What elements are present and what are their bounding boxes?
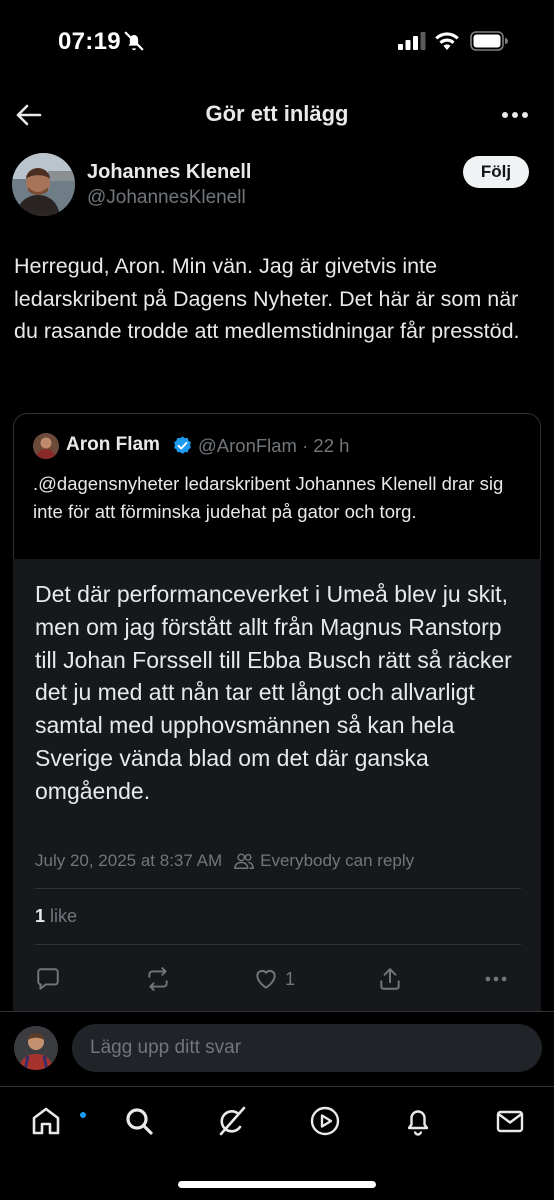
tab-messages[interactable] bbox=[490, 1101, 530, 1141]
quote-author-avatar bbox=[33, 433, 59, 459]
bell-icon bbox=[407, 1110, 429, 1136]
home-indicator bbox=[178, 1181, 376, 1188]
more-actions-button[interactable] bbox=[483, 964, 509, 994]
quote-handle-time: @AronFlam · 22 h bbox=[198, 435, 350, 456]
likes-number: 1 bbox=[35, 906, 46, 926]
bottom-tab-bar bbox=[0, 1086, 554, 1200]
post-timestamp[interactable]: July 20, 2025 at 8:37 AM bbox=[35, 851, 222, 871]
more-options-button[interactable] bbox=[496, 98, 534, 132]
post-meta: July 20, 2025 at 8:37 AM Everybody can r… bbox=[35, 851, 414, 871]
follow-button[interactable]: Följ bbox=[463, 156, 529, 188]
repost-button[interactable] bbox=[145, 964, 171, 994]
share-icon bbox=[380, 968, 400, 990]
embedded-post: Det där performanceverket i Umeå blev ju… bbox=[13, 559, 541, 1019]
home-icon bbox=[32, 1107, 60, 1135]
reply-button[interactable] bbox=[35, 964, 61, 994]
bell-off-icon bbox=[124, 31, 144, 51]
quote-author-name: Aron Flam bbox=[66, 434, 160, 455]
likes-count[interactable]: 1 like bbox=[35, 906, 77, 927]
search-icon bbox=[126, 1108, 153, 1135]
author-name[interactable]: Johannes Klenell bbox=[87, 161, 252, 184]
embedded-post-text: Det där performanceverket i Umeå blev ju… bbox=[35, 581, 512, 804]
top-nav: Gör ett inlägg bbox=[0, 84, 554, 146]
wifi-icon bbox=[435, 32, 459, 50]
grok-icon bbox=[219, 1106, 246, 1136]
status-time: 07:19 bbox=[58, 28, 121, 55]
reply-composer bbox=[0, 1011, 554, 1086]
mail-icon bbox=[496, 1110, 524, 1133]
quote-text: .@dagensnyheter ledarskribent Johannes K… bbox=[33, 473, 504, 522]
more-horizontal-icon bbox=[502, 112, 528, 118]
reply-input[interactable] bbox=[72, 1024, 542, 1072]
tab-video[interactable] bbox=[305, 1101, 345, 1141]
notification-dot bbox=[78, 1110, 88, 1120]
more-horizontal-icon bbox=[485, 976, 507, 982]
reply-setting: Everybody can reply bbox=[260, 851, 415, 870]
signal-icon bbox=[398, 32, 426, 50]
post-author: Johannes Klenell @JohannesKlenell Följ bbox=[0, 146, 554, 226]
tab-home[interactable] bbox=[26, 1101, 88, 1141]
tab-notifications[interactable] bbox=[398, 1101, 438, 1141]
quoted-post[interactable]: Aron Flam @AronFlam · 22 h .@dagensnyhet… bbox=[13, 413, 541, 559]
divider bbox=[35, 944, 521, 945]
tab-grok[interactable] bbox=[212, 1101, 252, 1141]
page-title: Gör ett inlägg bbox=[205, 101, 349, 126]
heart-icon bbox=[256, 969, 276, 989]
author-handle[interactable]: @JohannesKlenell bbox=[87, 187, 246, 209]
like-button[interactable]: 1 bbox=[253, 964, 295, 994]
comment-icon bbox=[37, 968, 59, 990]
author-avatar[interactable] bbox=[12, 153, 75, 216]
likes-label: like bbox=[45, 906, 78, 926]
tab-search[interactable] bbox=[119, 1101, 159, 1141]
user-avatar[interactable] bbox=[14, 1026, 58, 1070]
divider bbox=[35, 888, 521, 889]
verified-badge-icon bbox=[174, 436, 191, 454]
play-icon bbox=[310, 1106, 340, 1136]
battery-icon bbox=[470, 31, 508, 51]
share-button[interactable] bbox=[377, 964, 403, 994]
post-text: Herregud, Aron. Min vän. Jag är givetvis… bbox=[14, 254, 520, 343]
people-icon bbox=[234, 853, 254, 869]
repost-icon bbox=[148, 967, 168, 991]
like-count: 1 bbox=[285, 968, 296, 989]
status-bar: 07:19 bbox=[0, 0, 554, 84]
